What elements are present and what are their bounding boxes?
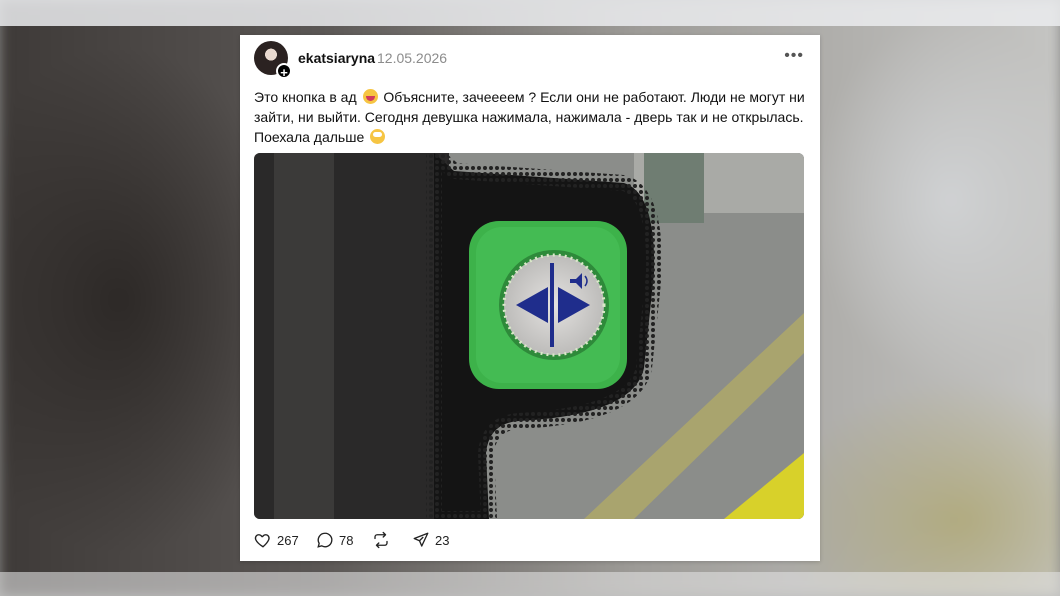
comment-count: 78 (339, 532, 354, 548)
like-count: 267 (277, 532, 299, 548)
follow-plus-icon[interactable]: + (276, 63, 292, 80)
post-card: + ekatsiaryna 12.05.2026 ••• Это кнопка … (240, 35, 820, 561)
comment-icon[interactable] (316, 531, 334, 549)
repost-action[interactable] (372, 531, 395, 549)
comment-action[interactable]: 78 (316, 531, 353, 549)
background-top-band (0, 0, 1060, 26)
like-action[interactable]: 267 (254, 531, 299, 549)
post-text: Это кнопка в ад Объясните, зачеееем ? Ес… (254, 87, 810, 147)
avatar[interactable]: + (254, 41, 292, 80)
post-photo[interactable] (254, 153, 804, 519)
username[interactable]: ekatsiaryna (298, 50, 375, 66)
share-icon[interactable] (412, 531, 430, 549)
background-bottom-band (0, 572, 1060, 596)
post-text-part1: Это кнопка в ад (254, 89, 357, 105)
repost-icon[interactable] (372, 531, 390, 549)
post-date: 12.05.2026 (377, 50, 448, 66)
photo-illustration (254, 153, 804, 519)
eye-roll-face-icon (370, 129, 386, 144)
share-action[interactable]: 23 (412, 531, 449, 549)
pillar-highlight (274, 153, 334, 519)
laughing-face-icon (362, 89, 378, 104)
more-options-icon[interactable]: ••• (784, 47, 804, 65)
share-count: 23 (435, 532, 450, 548)
heart-icon[interactable] (254, 531, 272, 549)
